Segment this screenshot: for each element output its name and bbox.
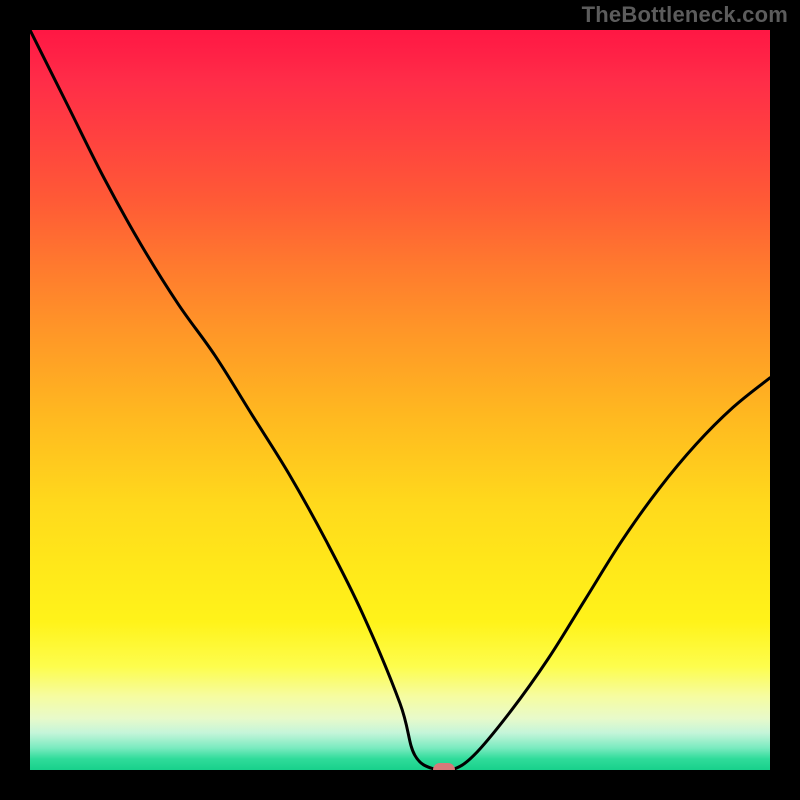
optimal-marker bbox=[433, 763, 455, 770]
chart-frame: TheBottleneck.com bbox=[0, 0, 800, 800]
bottleneck-curve bbox=[30, 30, 770, 770]
plot-area bbox=[30, 30, 770, 770]
watermark-text: TheBottleneck.com bbox=[582, 2, 788, 28]
